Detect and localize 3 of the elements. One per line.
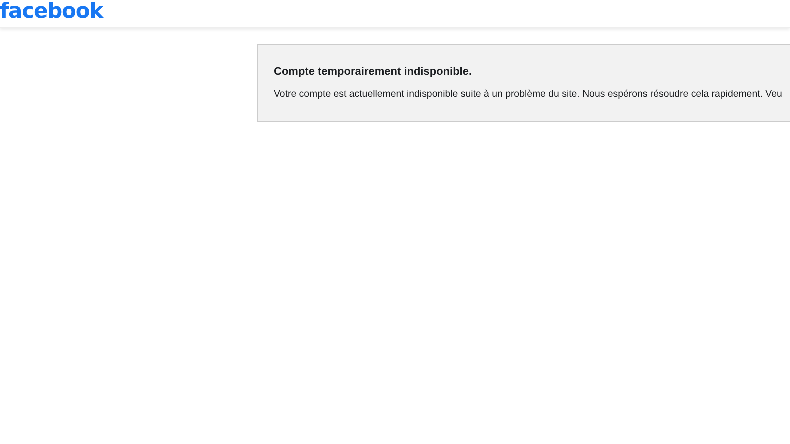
notice-message: Votre compte est actuellement indisponible suite à un problème du site. Nous espérons résoudre cela rapidement. Veu bbox=[274, 89, 782, 100]
notice-title: Compte temporairement indisponible. bbox=[274, 66, 472, 78]
facebook-logo[interactable]: facebook bbox=[0, 0, 104, 22]
